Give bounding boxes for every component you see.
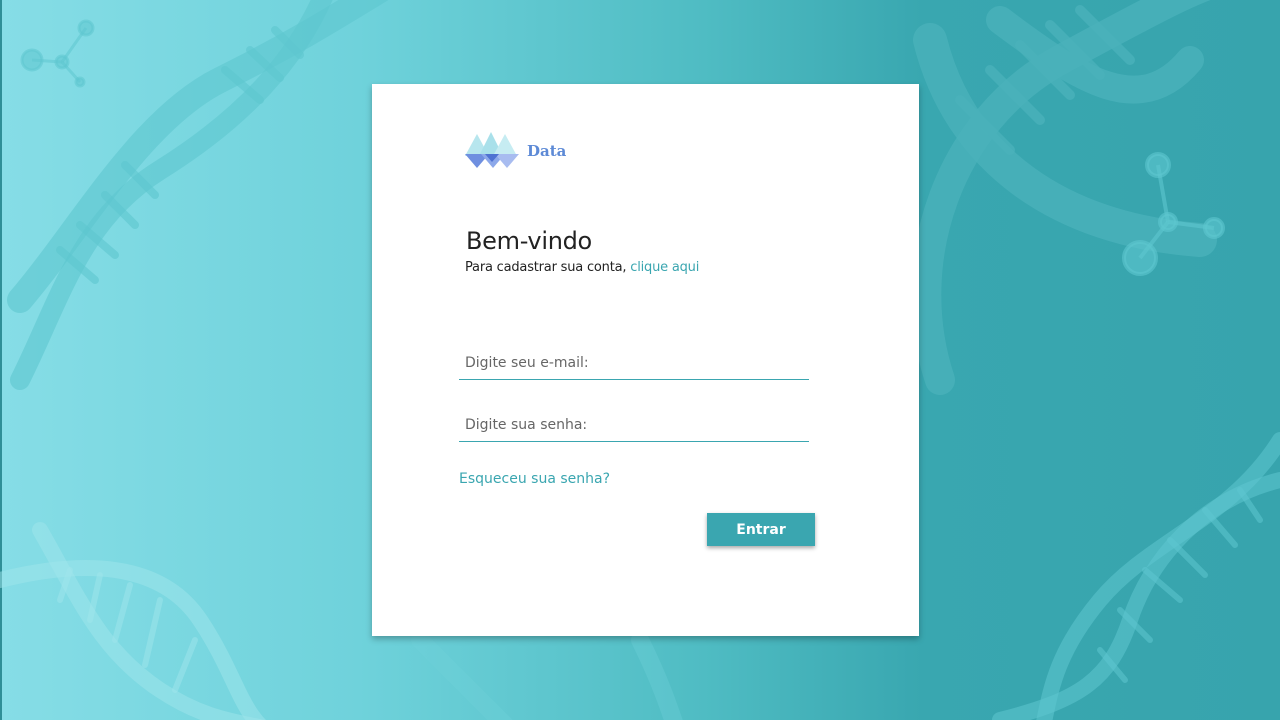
register-prompt-text: Para cadastrar sua conta, [465,260,627,275]
page-title: Bem-vindo [466,227,592,255]
register-prompt: Para cadastrar sua conta, clique aqui [465,260,699,275]
forgot-password-link[interactable]: Esqueceu sua senha? [459,471,610,487]
email-field [459,349,809,380]
login-button[interactable]: Entrar [707,513,815,546]
email-input[interactable] [465,349,803,377]
brand-logo: Data [465,130,566,170]
login-card: Data Bem-vindo Para cadastrar sua conta,… [372,84,919,636]
brand-name: Data [527,142,567,160]
password-input[interactable] [465,411,803,439]
molecule-icon [20,19,95,88]
logo-triangles-icon [465,132,519,168]
password-field [459,411,809,442]
register-link[interactable]: clique aqui [630,260,699,275]
background: Data Bem-vindo Para cadastrar sua conta,… [0,0,1280,720]
